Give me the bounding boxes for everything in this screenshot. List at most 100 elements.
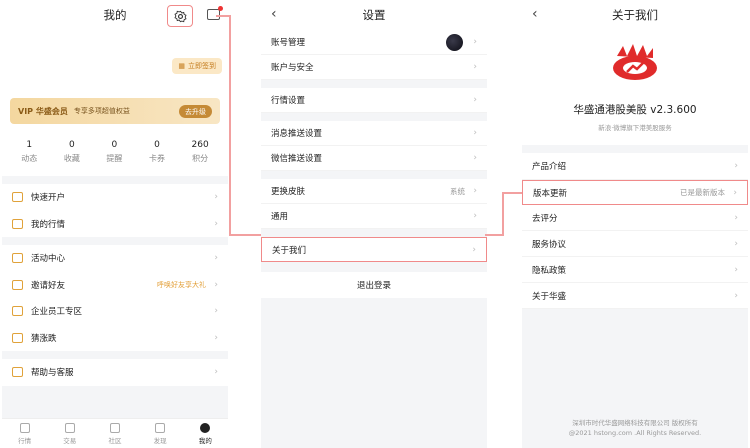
- stat-label: 提醒: [106, 154, 123, 163]
- profile-topbar: 我的: [2, 0, 228, 30]
- divider: [261, 113, 487, 121]
- profile-screen: 我的 ▦ 立即签到 VIP 华盛会员 专享多项超值权益 去升级 1 动态 0 收藏 …: [2, 0, 228, 448]
- row-quote-settings[interactable]: 行情设置 ›: [261, 88, 487, 113]
- about-header: 华盛通港股美股 v2.3.600 新浪·微博旗下港美股服务: [522, 30, 748, 145]
- menu-label: 猜涨跌: [31, 333, 57, 344]
- row-change-skin[interactable]: 更换皮肤 系统 ›: [261, 179, 487, 204]
- tab-mine[interactable]: 我的: [199, 422, 212, 445]
- menu-item-open-account[interactable]: 快速开户 ›: [2, 184, 228, 211]
- skin-value: 系统: [450, 186, 465, 196]
- quotes-icon: [12, 218, 23, 229]
- row-rate[interactable]: 去评分 ›: [522, 205, 748, 231]
- row-privacy-policy[interactable]: 隐私政策 ›: [522, 257, 748, 283]
- headset-icon: [12, 367, 23, 378]
- flow-connector: [229, 15, 231, 236]
- row-label: 关于我们: [272, 245, 307, 256]
- app-subtitle: 新浪·微博旗下港美股服务: [598, 124, 672, 132]
- stat-item[interactable]: 1 动态: [21, 140, 37, 164]
- page-title: 我的: [103, 8, 127, 22]
- stats-row: 1 动态 0 收藏 0 提醒 0 卡券 260 积分: [2, 130, 228, 176]
- page-title: 关于我们: [612, 8, 658, 22]
- logout-button[interactable]: 退出登录: [261, 272, 487, 298]
- flow-connector: [216, 15, 230, 17]
- friends-icon: [12, 279, 23, 290]
- chevron-right-icon: ›: [472, 244, 476, 255]
- row-general[interactable]: 通用 ›: [261, 204, 487, 229]
- flow-connector: [229, 234, 261, 236]
- checkin-label: 立即签到: [188, 62, 216, 70]
- tab-label: 社区: [108, 436, 122, 445]
- divider: [2, 351, 228, 359]
- chevron-right-icon: ›: [473, 128, 477, 138]
- back-arrow-icon[interactable]: ‹: [532, 6, 538, 22]
- row-wechat-push[interactable]: 微信推送设置 ›: [261, 146, 487, 171]
- community-icon: [109, 422, 120, 433]
- row-label: 账号管理: [271, 38, 306, 48]
- menu-label: 快速开户: [31, 193, 66, 204]
- chevron-right-icon: ›: [473, 186, 477, 196]
- tab-label: 行情: [18, 436, 32, 445]
- divider: [522, 145, 748, 153]
- stat-item[interactable]: 0 收藏: [64, 140, 80, 164]
- stat-item[interactable]: 260 积分: [192, 140, 209, 164]
- row-version-update[interactable]: 版本更新 已是最新版本 ›: [522, 180, 748, 205]
- divider: [261, 171, 487, 179]
- divider: [2, 237, 228, 245]
- chevron-right-icon: ›: [734, 290, 738, 301]
- stat-value: 0: [154, 140, 160, 150]
- vip-upgrade-button[interactable]: 去升级: [179, 105, 212, 118]
- divider: [2, 176, 228, 184]
- menu-item-employee-zone[interactable]: 企业员工专区 ›: [2, 298, 228, 325]
- menu-item-activity-center[interactable]: 活动中心 ›: [2, 245, 228, 272]
- row-label: 去评分: [532, 213, 558, 224]
- stat-item[interactable]: 0 提醒: [106, 140, 122, 164]
- row-service-agreement[interactable]: 服务协议 ›: [522, 231, 748, 257]
- vip-banner[interactable]: VIP 华盛会员 专享多项超值权益 去升级: [10, 98, 220, 124]
- row-product-intro[interactable]: 产品介绍 ›: [522, 153, 748, 180]
- tab-trade[interactable]: 交易: [63, 422, 77, 445]
- chevron-right-icon: ›: [214, 279, 218, 290]
- row-account-manage[interactable]: 账号管理 ›: [261, 30, 487, 55]
- about-topbar: ‹ 关于我们: [522, 0, 748, 30]
- menu-item-help[interactable]: 帮助与客服 ›: [2, 359, 228, 386]
- checkin-button[interactable]: ▦ 立即签到: [172, 58, 222, 74]
- settings-topbar: ‹ 设置: [261, 0, 487, 30]
- chevron-right-icon: ›: [733, 187, 737, 198]
- row-label: 隐私政策: [532, 265, 567, 276]
- row-about-us[interactable]: 关于我们 ›: [261, 237, 487, 262]
- menu-label: 帮助与客服: [31, 368, 74, 379]
- enterprise-icon: [12, 306, 23, 317]
- tab-community[interactable]: 社区: [108, 422, 122, 445]
- chevron-right-icon: ›: [473, 211, 477, 221]
- menu-item-my-quotes[interactable]: 我的行情 ›: [2, 211, 228, 238]
- menu-label: 企业员工专区: [31, 307, 83, 318]
- stat-item[interactable]: 0 卡券: [149, 140, 165, 164]
- row-push-settings[interactable]: 消息推送设置 ›: [261, 121, 487, 146]
- back-arrow-icon[interactable]: ‹: [271, 6, 277, 22]
- stat-label: 积分: [192, 154, 209, 163]
- row-label: 更换皮肤: [271, 187, 306, 197]
- brand-logo-icon: [613, 44, 657, 80]
- user-icon: [200, 422, 211, 433]
- chevron-right-icon: ›: [214, 367, 218, 378]
- row-account-security[interactable]: 账户与安全 ›: [261, 55, 487, 80]
- row-label: 产品介绍: [532, 162, 567, 172]
- invite-promo-text: 呼唤好友享大礼: [157, 280, 206, 289]
- row-about-huasheng[interactable]: 关于华盛 ›: [522, 283, 748, 309]
- tab-quotes[interactable]: 行情: [18, 422, 32, 445]
- tab-label: 交易: [63, 436, 77, 445]
- settings-gear-icon[interactable]: [167, 5, 193, 27]
- menu-item-guess-trend[interactable]: 猜涨跌 ›: [2, 325, 228, 352]
- menu-group-1: 快速开户 › 我的行情 ›: [2, 184, 228, 237]
- chevron-right-icon: ›: [734, 161, 738, 171]
- vip-wrap: VIP 华盛会员 专享多项超值权益 去升级: [2, 98, 228, 130]
- chevron-right-icon: ›: [214, 192, 218, 203]
- stat-value: 260: [191, 140, 209, 150]
- copyright-company: 深圳市时代华盛网络科技有限公司 版权所有: [572, 419, 698, 427]
- calendar-icon: ▦: [178, 62, 185, 70]
- row-label: 关于华盛: [532, 291, 567, 302]
- chevron-right-icon: ›: [214, 332, 218, 343]
- tab-discover[interactable]: 发现: [154, 422, 167, 445]
- menu-item-invite-friends[interactable]: 邀请好友 呼唤好友享大礼 ›: [2, 272, 228, 299]
- page-title: 设置: [362, 8, 386, 22]
